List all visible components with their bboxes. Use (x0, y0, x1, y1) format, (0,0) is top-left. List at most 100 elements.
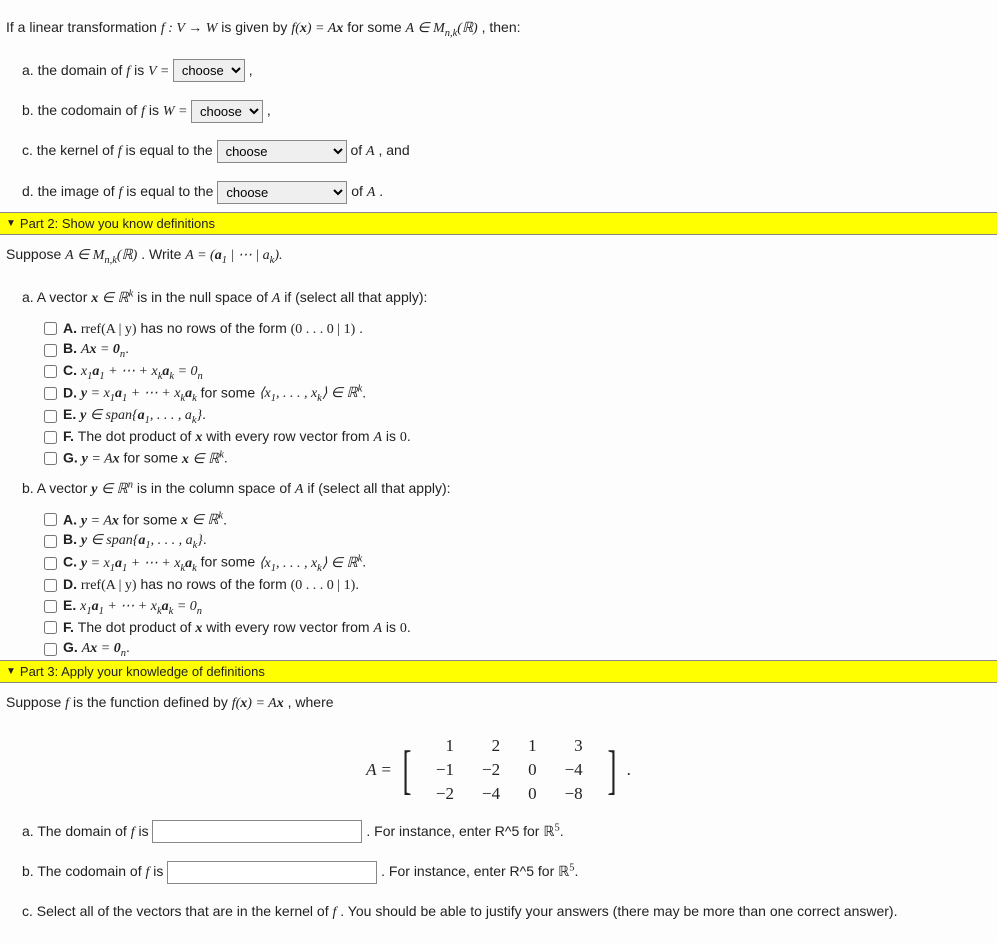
opt-2a-F-label: F. The dot product of x with every row v… (63, 428, 411, 446)
part2-header[interactable]: ▼ Part 2: Show you know definitions (0, 212, 997, 235)
bracket-right-icon: ] (607, 743, 616, 797)
sec2-qa-pre: a. A vector (22, 289, 91, 305)
p1-c-select[interactable]: choose (217, 140, 347, 163)
intro-for-some: for some (347, 19, 405, 35)
checkbox-2b-G[interactable] (44, 643, 57, 656)
opt-2b-E: E. x1a1 + ⋯ + xkak = 0n (40, 596, 997, 618)
opt-2b-F-label: F. The dot product of x with every row v… (63, 619, 411, 637)
p1-c-A: A (366, 144, 375, 159)
sec2-qa-tail: if (select all that apply): (284, 289, 427, 305)
checkbox-2b-E[interactable] (44, 600, 57, 613)
opt-2a-A-label: A. rref(A | y) has no rows of the form (… (63, 320, 363, 338)
sec3-fx: f(x) = Ax (232, 696, 284, 711)
matrix-table: 1213 −1−20−4 −2−40−8 (422, 734, 597, 806)
checkbox-2a-G[interactable] (44, 452, 57, 465)
sec2-qa-options: A. rref(A | y) has no rows of the form (… (0, 318, 997, 469)
p1-b-select[interactable]: choose (191, 100, 263, 123)
collapse-icon: ▼ (6, 666, 16, 677)
opt-2a-D: D. y = x1a1 + ⋯ + xkak for some ⟨x1, . .… (40, 383, 997, 405)
checkbox-2b-C[interactable] (44, 557, 57, 570)
opt-2b-G-label: G. Ax = 0n. (63, 639, 130, 659)
intro-mid: is given by (221, 19, 291, 35)
p1-b-post: , (267, 102, 271, 118)
opt-2b-C-label: C. y = x1a1 + ⋯ + xkak for some ⟨x1, . .… (63, 553, 366, 573)
sec3-qb-dot: . (574, 863, 578, 879)
intro-prefix: If a linear transformation (6, 19, 161, 35)
sec3-qc: c. Select all of the vectors that are in… (0, 892, 997, 932)
opt-2b-F: F. The dot product of x with every row v… (40, 617, 997, 638)
p1-d-select[interactable]: choose (217, 181, 347, 204)
p1-a-V: V = (148, 64, 173, 79)
p1-a: a. the domain of f is V = choose , (0, 51, 997, 91)
sec3-qb-post: is (153, 863, 167, 879)
p1-b-mid: is (149, 102, 163, 118)
checkbox-2b-F[interactable] (44, 621, 57, 634)
intro-A-in: A ∈ Mn,k(ℝ) (406, 21, 478, 36)
p1-d-post2: . (379, 183, 383, 199)
opt-2a-C-label: C. x1a1 + ⋯ + xkak = 0n (63, 362, 203, 382)
opt-2b-A: A. y = Ax for some x ∈ ℝk. (40, 509, 997, 530)
sec2-qb: b. A vector y ∈ ℝn is in the column spac… (0, 469, 997, 509)
sec3-qa: a. The domain of f is . For instance, en… (0, 812, 997, 852)
checkbox-2a-A[interactable] (44, 322, 57, 335)
intro-fx: f(x) = Ax (291, 21, 343, 36)
sec2-write: . Write (141, 246, 185, 262)
opt-2b-G: G. Ax = 0n. (40, 638, 997, 660)
sec3-suppose: Suppose f is the function defined by f(x… (0, 683, 997, 723)
sec2-qb-post: is in the column space of (137, 480, 295, 496)
sec3-qb-pre: b. The codomain of (22, 863, 145, 879)
p1-a-post: , (249, 62, 253, 78)
opt-2b-D: D. rref(A | y) has no rows of the form (… (40, 575, 997, 596)
opt-2a-D-label: D. y = x1a1 + ⋯ + xkak for some ⟨x1, . .… (63, 384, 366, 404)
part3-header[interactable]: ▼ Part 3: Apply your knowledge of defini… (0, 660, 997, 683)
opt-2a-E-label: E. y ∈ span{a1, . . . , ak}. (63, 406, 206, 426)
p1-b-f: f (141, 104, 145, 119)
opt-2a-A: A. rref(A | y) has no rows of the form (… (40, 318, 997, 339)
opt-2a-E: E. y ∈ span{a1, . . . , ak}. (40, 405, 997, 427)
matrix-Aeq: A = (366, 760, 392, 780)
opt-2b-B-label: B. y ∈ span{a1, . . . , ak}. (63, 531, 207, 551)
checkbox-2a-E[interactable] (44, 410, 57, 423)
p1-c-post2: , and (378, 142, 409, 158)
opt-2b-A-label: A. y = Ax for some x ∈ ℝk. (63, 511, 227, 530)
sec2-qa-A: A (272, 291, 281, 306)
checkbox-2b-A[interactable] (44, 513, 57, 526)
sec2-qa-x: x ∈ ℝk (91, 291, 133, 306)
sec3-qb-R5: ℝ5 (558, 865, 574, 880)
intro-suffix: , then: (482, 19, 521, 35)
part3-title: Part 3: Apply your knowledge of definiti… (20, 664, 265, 679)
matrix-display: A = [ 1213 −1−20−4 −2−40−8 ] . (0, 724, 997, 812)
sec3-qa-R5: ℝ5 (543, 825, 559, 840)
sec3-qc-f: f (333, 905, 337, 920)
sec2-suppose: Suppose A ∈ Mn,k(ℝ) . Write A = (a1 | ⋯ … (0, 235, 997, 278)
opt-2a-B-label: B. Ax = 0n. (63, 340, 129, 360)
checkbox-2b-D[interactable] (44, 579, 57, 592)
checkbox-2b-B[interactable] (44, 535, 57, 548)
sec2-qa: a. A vector x ∈ ℝk is in the null space … (0, 278, 997, 318)
p1-d-A: A (367, 185, 376, 200)
sec2-Aeq: A = (a1 | ⋯ | ak). (185, 248, 282, 263)
domain-input[interactable] (152, 820, 362, 843)
p1-d: d. the image of f is equal to the choose… (0, 172, 997, 212)
checkbox-2a-D[interactable] (44, 387, 57, 400)
codomain-input[interactable] (167, 861, 377, 884)
checkbox-2a-F[interactable] (44, 431, 57, 444)
opt-2b-E-label: E. x1a1 + ⋯ + xkak = 0n (63, 597, 202, 617)
p1-a-select[interactable]: choose (173, 59, 245, 82)
checkbox-2a-B[interactable] (44, 344, 57, 357)
p1-c-pre: c. the kernel of (22, 142, 118, 158)
checkbox-2a-C[interactable] (44, 365, 57, 378)
sec2-qb-y: y ∈ ℝn (91, 482, 133, 497)
p1-a-pre: a. the domain of (22, 62, 126, 78)
sec3-tail: , where (288, 694, 334, 710)
bracket-left-icon: [ (402, 743, 411, 797)
sec3-mid1: is the function defined by (73, 694, 232, 710)
sec2-qb-pre: b. A vector (22, 480, 91, 496)
sec3-qc-pre: c. Select all of the vectors that are in… (22, 903, 333, 919)
opt-2a-G: G. y = Ax for some x ∈ ℝk. (40, 448, 997, 469)
p1-b-W: W = (163, 104, 191, 119)
sec3-f: f (65, 696, 69, 711)
sec3-qa-post: is (138, 823, 152, 839)
sec3-qa-hint: . For instance, enter R^5 for (366, 823, 543, 839)
opt-2b-D-label: D. rref(A | y) has no rows of the form (… (63, 576, 359, 594)
